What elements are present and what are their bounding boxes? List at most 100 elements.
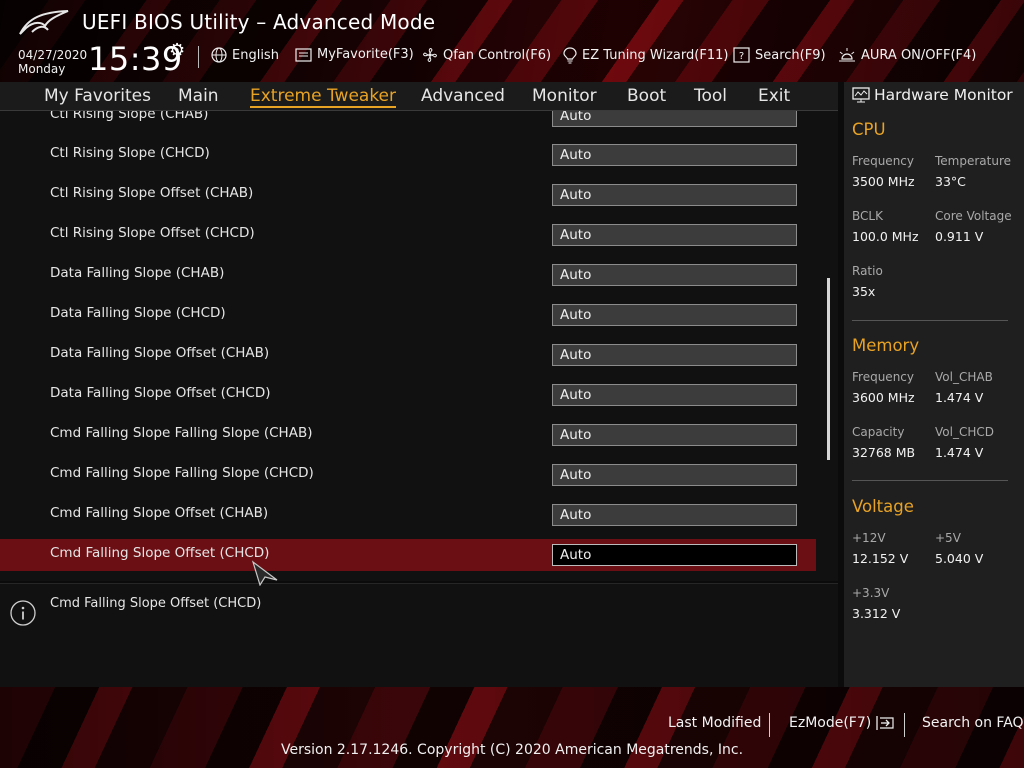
setting-label: Ctl Rising Slope Offset (CHAB): [50, 185, 254, 201]
cpu-temperature-value: 33°C: [935, 174, 966, 189]
ez-tuning-wizard-label: EZ Tuning Wizard(F11): [582, 48, 729, 63]
my-favorite-button[interactable]: MyFavorite(F3): [295, 47, 414, 62]
fan-icon: [423, 48, 437, 62]
setting-value-dropdown[interactable]: Auto: [552, 424, 797, 446]
setting-label: Cmd Falling Slope Falling Slope (CHCD): [50, 465, 314, 481]
gear-icon[interactable]: ⚙: [169, 40, 185, 61]
cpu-frequency-value: 3500 MHz: [852, 174, 915, 189]
v12-value: 12.152 V: [852, 551, 909, 566]
setting-row[interactable]: Data Falling Slope (CHCD) Auto: [0, 299, 816, 331]
setting-label: Ctl Rising Slope Offset (CHCD): [50, 225, 255, 241]
app-title: UEFI BIOS Utility – Advanced Mode: [82, 10, 436, 34]
core-voltage-label: Core Voltage: [935, 209, 1012, 223]
date-text: 04/27/2020: [18, 48, 88, 62]
setting-value-dropdown[interactable]: Auto: [552, 544, 797, 566]
tab-main[interactable]: Main: [178, 86, 219, 106]
bclk-label: BCLK: [852, 209, 883, 223]
hardware-monitor-panel: Hardware Monitor CPU Frequency Temperatu…: [844, 82, 1024, 687]
ratio-value: 35x: [852, 284, 876, 299]
setting-row[interactable]: Cmd Falling Slope Falling Slope (CHCD) A…: [0, 459, 816, 491]
mouse-cursor-icon: [251, 560, 278, 586]
setting-row[interactable]: Ctl Rising Slope (CHCD) Auto: [0, 139, 816, 171]
lightbulb-icon: [563, 47, 577, 64]
bclk-value: 100.0 MHz: [852, 229, 919, 244]
help-panel: Cmd Falling Slope Offset (CHCD): [0, 583, 838, 688]
aura-label: AURA ON/OFF(F4): [861, 47, 977, 63]
vol-chab-value: 1.474 V: [935, 390, 984, 405]
cpu-temperature-label: Temperature: [935, 154, 1012, 168]
tab-monitor[interactable]: Monitor: [532, 86, 597, 106]
v33-value: 3.312 V: [852, 606, 901, 621]
svg-text:?: ?: [739, 51, 744, 62]
memory-frequency-value: 3600 MHz: [852, 390, 915, 405]
favorite-list-icon: [295, 47, 312, 62]
setting-value-dropdown[interactable]: Auto: [552, 344, 797, 366]
tab-extreme-tweaker[interactable]: Extreme Tweaker: [250, 86, 397, 108]
search-button[interactable]: ? Search(F9): [733, 47, 826, 63]
language-button[interactable]: English: [211, 47, 279, 63]
setting-label: Data Falling Slope (CHAB): [50, 265, 225, 281]
cpu-heading: CPU: [852, 120, 886, 139]
exit-arrow-icon: [876, 716, 894, 730]
setting-value-dropdown[interactable]: Auto: [552, 184, 797, 206]
setting-label: Ctl Rising Slope (CHAB): [50, 111, 209, 122]
cpu-frequency-label: Frequency: [852, 154, 914, 168]
voltage-heading: Voltage: [852, 497, 914, 516]
rog-logo-icon: [19, 10, 69, 35]
setting-label: Cmd Falling Slope Offset (CHCD): [50, 545, 270, 561]
setting-value-dropdown[interactable]: Auto: [552, 464, 797, 486]
language-label: English: [232, 47, 279, 63]
footer-bar: Last Modified EzMode(F7) Search on FAQ V…: [0, 687, 1024, 768]
search-faq-button[interactable]: Search on FAQ: [922, 715, 1024, 731]
setting-value-dropdown[interactable]: Auto: [552, 224, 797, 246]
vol-chab-label: Vol_CHAB: [935, 370, 993, 384]
section-divider: [852, 480, 1008, 481]
tab-tool[interactable]: Tool: [694, 86, 727, 106]
setting-value-dropdown[interactable]: Auto: [552, 384, 797, 406]
ez-tuning-wizard-button[interactable]: EZ Tuning Wizard(F11): [563, 47, 728, 64]
setting-value-dropdown[interactable]: Auto: [552, 144, 797, 166]
vol-chcd-label: Vol_CHCD: [935, 425, 994, 439]
setting-row[interactable]: Data Falling Slope (CHAB) Auto: [0, 259, 816, 291]
setting-row[interactable]: Data Falling Slope Offset (CHAB) Auto: [0, 339, 816, 371]
info-icon: [10, 600, 36, 626]
setting-row[interactable]: Cmd Falling Slope Offset (CHAB) Auto: [0, 499, 816, 531]
v12-label: +12V: [852, 531, 886, 545]
help-description: Cmd Falling Slope Offset (CHCD): [50, 596, 262, 611]
capacity-label: Capacity: [852, 425, 905, 439]
setting-row[interactable]: Cmd Falling Slope Falling Slope (CHAB) A…: [0, 419, 816, 451]
setting-value-dropdown[interactable]: Auto: [552, 504, 797, 526]
tab-advanced[interactable]: Advanced: [421, 86, 505, 106]
my-favorite-label: MyFavorite(F3): [317, 47, 414, 62]
aura-toggle-button[interactable]: AURA ON/OFF(F4): [838, 47, 976, 63]
v33-label: +3.3V: [852, 586, 890, 600]
capacity-value: 32768 MB: [852, 445, 916, 460]
setting-row[interactable]: Ctl Rising Slope Offset (CHCD) Auto: [0, 219, 816, 251]
last-modified-button[interactable]: Last Modified: [668, 715, 761, 731]
ezmode-button[interactable]: EzMode(F7): [789, 715, 895, 731]
vol-chcd-value: 1.474 V: [935, 445, 984, 460]
footer-divider: [769, 713, 770, 737]
setting-row[interactable]: Ctl Rising Slope (CHAB) Auto: [0, 111, 816, 132]
setting-value-dropdown[interactable]: Auto: [552, 304, 797, 326]
setting-value-dropdown[interactable]: Auto: [552, 111, 797, 127]
hardware-monitor-title: Hardware Monitor: [852, 86, 1013, 104]
monitor-icon: [852, 87, 870, 103]
ezmode-label: EzMode(F7): [789, 715, 872, 731]
core-voltage-value: 0.911 V: [935, 229, 984, 244]
setting-row[interactable]: Data Falling Slope Offset (CHCD) Auto: [0, 379, 816, 411]
date-display: 04/27/2020 Monday: [18, 48, 87, 76]
tab-boot[interactable]: Boot: [627, 86, 666, 106]
tab-exit[interactable]: Exit: [758, 86, 790, 106]
setting-value-dropdown[interactable]: Auto: [552, 264, 797, 286]
qfan-control-button[interactable]: Qfan Control(F6): [422, 47, 551, 63]
setting-label: Cmd Falling Slope Falling Slope (CHAB): [50, 425, 313, 441]
setting-label: Cmd Falling Slope Offset (CHAB): [50, 505, 269, 521]
setting-row[interactable]: Ctl Rising Slope Offset (CHAB) Auto: [0, 179, 816, 211]
ratio-label: Ratio: [852, 264, 883, 278]
setting-row-selected[interactable]: Cmd Falling Slope Offset (CHCD) Auto: [0, 539, 816, 571]
settings-scrollbar[interactable]: [827, 278, 830, 460]
section-divider: [852, 320, 1008, 321]
tab-my-favorites[interactable]: My Favorites: [44, 86, 151, 106]
settings-list: Ctl Rising Slope (CHAB) Auto Ctl Rising …: [0, 111, 838, 581]
